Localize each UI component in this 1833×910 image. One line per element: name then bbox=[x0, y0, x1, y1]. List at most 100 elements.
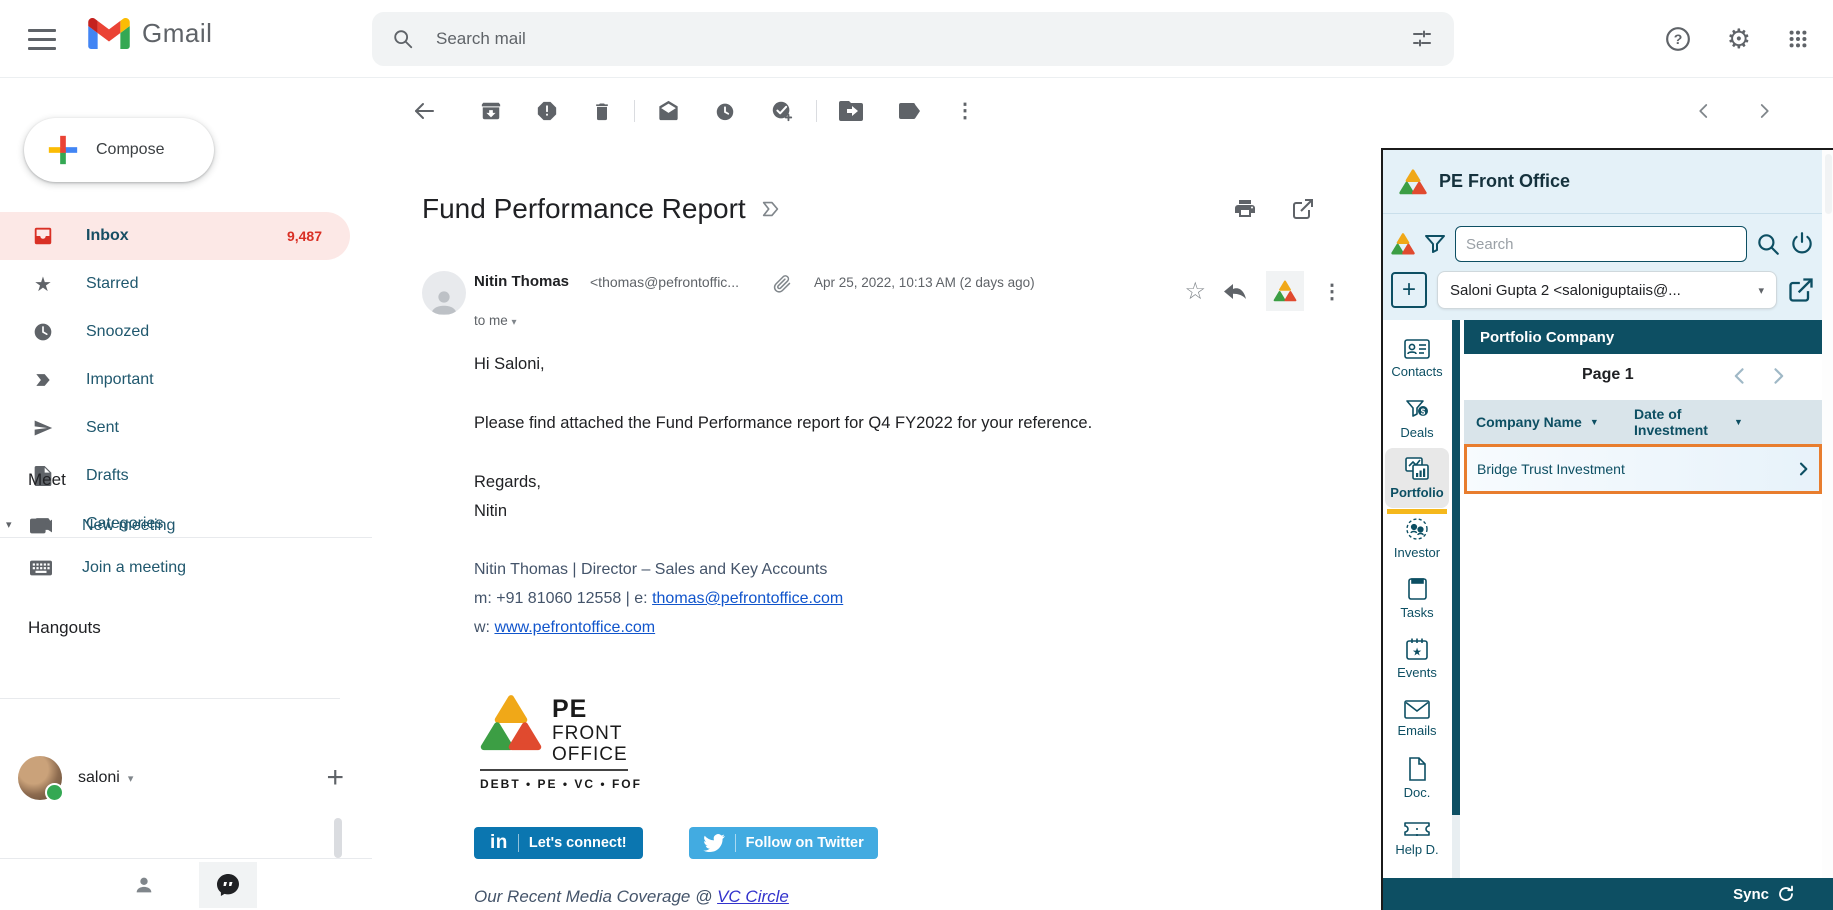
older-email-icon[interactable] bbox=[1755, 102, 1773, 120]
report-spam-icon[interactable] bbox=[536, 100, 558, 122]
rail-item-help-desk[interactable]: Help D. bbox=[1385, 808, 1449, 868]
panel-right-gutter bbox=[1822, 150, 1833, 880]
important-label-icon[interactable] bbox=[760, 198, 782, 220]
chevron-down-icon: ▾ bbox=[512, 317, 517, 328]
hangouts-user-row[interactable]: saloni ▾ + bbox=[18, 750, 354, 806]
rail-item-portfolio[interactable]: Portfolio bbox=[1385, 448, 1449, 508]
sidebar-item-snoozed[interactable]: Snoozed bbox=[0, 308, 350, 356]
column-date-of-investment[interactable]: Date of Investment▼ bbox=[1634, 406, 1822, 438]
star-icon: ★ bbox=[30, 272, 56, 297]
mark-unread-icon[interactable] bbox=[657, 100, 680, 122]
move-to-icon[interactable] bbox=[839, 101, 863, 121]
rail-item-events[interactable]: ★ Events bbox=[1385, 628, 1449, 688]
email-signoff: Nitin bbox=[474, 502, 507, 521]
email-body-line: Please find attached the Fund Performanc… bbox=[474, 414, 1092, 433]
back-icon[interactable] bbox=[412, 99, 436, 123]
add-to-tasks-icon[interactable] bbox=[770, 99, 794, 123]
sidebar-footer bbox=[0, 858, 372, 910]
hangouts-section-header: Hangouts bbox=[28, 618, 101, 638]
snooze-icon[interactable] bbox=[714, 100, 736, 122]
open-app-external-icon[interactable] bbox=[1787, 276, 1815, 304]
svg-text:?: ? bbox=[1673, 31, 1682, 47]
rail-item-investor[interactable]: Investor bbox=[1385, 508, 1449, 568]
signature-website-link[interactable]: www.pefrontoffice.com bbox=[494, 619, 655, 636]
hangouts-tab-icon[interactable] bbox=[199, 862, 257, 908]
search-mail-bar[interactable]: Search mail bbox=[372, 12, 1454, 66]
column-company-name[interactable]: Company Name▼ bbox=[1464, 414, 1634, 430]
sidebar-item-starred[interactable]: ★ Starred bbox=[0, 260, 350, 308]
tasks-notepad-icon bbox=[1405, 576, 1429, 602]
user-avatar[interactable] bbox=[18, 756, 62, 800]
filter-funnel-icon[interactable] bbox=[1423, 232, 1447, 256]
search-icon[interactable] bbox=[392, 28, 414, 50]
rail-item-documents[interactable]: Doc. bbox=[1385, 748, 1449, 808]
gmail-logo[interactable]: Gmail bbox=[88, 18, 212, 49]
sidebar-item-join-meeting[interactable]: Join a meeting bbox=[0, 544, 350, 592]
more-options-icon[interactable]: ⋮ bbox=[955, 98, 975, 123]
sidebar-item-sent[interactable]: Sent bbox=[0, 404, 350, 452]
open-in-new-icon[interactable] bbox=[1291, 197, 1315, 221]
message-more-icon[interactable]: ⋮ bbox=[1322, 279, 1342, 304]
labels-icon[interactable] bbox=[897, 101, 921, 121]
panel-rail-scrollbar[interactable] bbox=[1452, 320, 1460, 880]
contacts-tab-icon[interactable] bbox=[115, 862, 173, 908]
delete-icon[interactable] bbox=[592, 100, 612, 122]
row-expand-chevron-icon[interactable] bbox=[1795, 461, 1811, 477]
signature-email-link[interactable]: thomas@pefrontoffice.com bbox=[652, 590, 843, 607]
sender-name[interactable]: Nitin Thomas bbox=[474, 273, 569, 290]
settings-gear-icon[interactable]: ⚙ bbox=[1727, 24, 1751, 55]
pe-logo-tagline: DEBT • PE • VC • FOF bbox=[480, 777, 642, 791]
important-marker-icon bbox=[30, 370, 56, 390]
newer-email-icon[interactable] bbox=[1695, 102, 1713, 120]
sort-caret-icon[interactable]: ▼ bbox=[1734, 417, 1743, 427]
emails-envelope-icon bbox=[1403, 698, 1431, 720]
account-select[interactable]: Saloni Gupta 2 <saloniguptaiis@... ▾ bbox=[1437, 271, 1777, 309]
rail-item-deals[interactable]: $ Deals bbox=[1385, 388, 1449, 448]
panel-search-icon[interactable] bbox=[1755, 231, 1781, 257]
keyboard-icon bbox=[30, 560, 52, 576]
attachment-paperclip-icon bbox=[772, 273, 792, 293]
pe-front-office-extension-button[interactable] bbox=[1266, 271, 1304, 311]
sync-refresh-icon[interactable] bbox=[1777, 885, 1795, 903]
sort-caret-icon[interactable]: ▼ bbox=[1590, 417, 1599, 427]
search-options-icon[interactable] bbox=[1410, 27, 1434, 51]
rail-item-tasks[interactable]: Tasks bbox=[1385, 568, 1449, 628]
archive-icon[interactable] bbox=[480, 100, 502, 122]
sync-label: Sync bbox=[1733, 886, 1769, 903]
twitter-follow-button[interactable]: Follow on Twitter bbox=[689, 827, 878, 859]
main-menu-icon[interactable] bbox=[22, 21, 62, 57]
video-camera-icon bbox=[30, 518, 52, 534]
page-next-icon[interactable] bbox=[1768, 366, 1788, 386]
sidebar-item-new-meeting[interactable]: New meeting bbox=[0, 502, 350, 550]
sidebar-item-important[interactable]: Important bbox=[0, 356, 350, 404]
sender-avatar[interactable] bbox=[422, 271, 466, 315]
inbox-count: 9,487 bbox=[287, 228, 322, 244]
help-icon[interactable]: ? bbox=[1665, 26, 1691, 52]
vc-circle-link[interactable]: VC Circle bbox=[717, 887, 789, 906]
page-prev-icon[interactable] bbox=[1730, 366, 1750, 386]
linkedin-connect-button[interactable]: in Let's connect! bbox=[474, 827, 643, 859]
pe-logo-small-icon bbox=[1391, 233, 1415, 255]
rail-item-contacts[interactable]: Contacts bbox=[1385, 328, 1449, 388]
power-logout-icon[interactable] bbox=[1789, 231, 1815, 257]
sidebar-scrollbar[interactable] bbox=[334, 818, 342, 858]
google-apps-icon[interactable] bbox=[1787, 28, 1809, 50]
panel-footer: Sync bbox=[1383, 878, 1833, 910]
add-new-button[interactable]: + bbox=[1391, 272, 1427, 308]
sender-email: <thomas@pefrontoffic... bbox=[590, 274, 739, 290]
sidebar-item-inbox[interactable]: Inbox 9,487 bbox=[0, 212, 350, 260]
new-conversation-button[interactable]: + bbox=[326, 761, 344, 795]
search-mail-placeholder[interactable]: Search mail bbox=[436, 29, 1410, 49]
panel-search-input[interactable]: Search bbox=[1455, 226, 1747, 262]
rail-item-emails[interactable]: Emails bbox=[1385, 688, 1449, 748]
portfolio-company-row[interactable]: Bridge Trust Investment bbox=[1467, 447, 1819, 491]
panel-nav-rail: Contacts $ Deals Portfolio bbox=[1383, 320, 1451, 880]
chevron-down-icon[interactable]: ▾ bbox=[128, 772, 134, 785]
to-me-dropdown[interactable]: to me ▾ bbox=[474, 313, 517, 328]
star-toggle-icon[interactable]: ☆ bbox=[1184, 277, 1206, 306]
print-icon[interactable] bbox=[1233, 197, 1257, 221]
compose-button[interactable]: Compose bbox=[24, 118, 214, 182]
reply-icon[interactable] bbox=[1224, 281, 1248, 301]
gmail-m-icon bbox=[88, 18, 130, 49]
email-greeting: Hi Saloni, bbox=[474, 355, 545, 374]
